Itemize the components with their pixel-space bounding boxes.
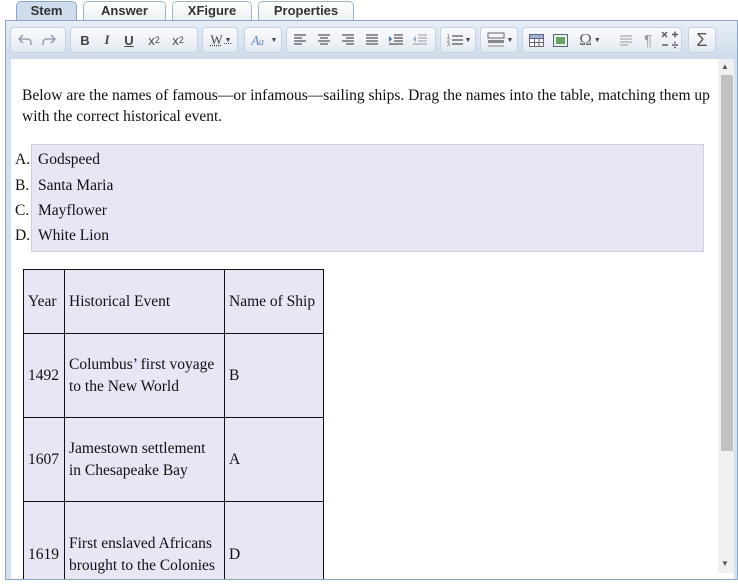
math-operators-icon[interactable] <box>659 28 681 52</box>
table-row: 1607 Jamestown settlement in Chesapeake … <box>23 417 324 502</box>
table-row: 1492 Columbus’ first voyage to the New W… <box>23 333 324 418</box>
ship-cell[interactable]: A <box>224 417 324 502</box>
scrollbar-thumb[interactable] <box>721 75 733 451</box>
style-group: W ▼ <box>202 27 238 53</box>
font-icon: Aa <box>251 34 264 47</box>
choice-text: Santa Maria <box>38 177 114 194</box>
year-cell: 1492 <box>23 333 65 418</box>
font-style-dropdown[interactable]: Aa ▼ <box>248 28 280 52</box>
italic-button[interactable]: I <box>96 28 118 52</box>
ship-cell[interactable]: B <box>224 333 324 418</box>
chevron-down-icon: ▼ <box>506 36 514 44</box>
list-group: 1 2 3 ▼ <box>440 27 476 53</box>
chevron-down-icon: ▼ <box>270 36 278 44</box>
numbered-list-icon: 123 <box>447 34 463 47</box>
choice-text: Godspeed <box>38 151 100 168</box>
history-group <box>10 27 66 53</box>
scroll-up-icon[interactable]: ▲ <box>721 62 729 71</box>
numbered-list-dropdown[interactable]: 1 2 3 ▼ <box>443 28 475 52</box>
tab-bar: Stem Answer XFigure Properties <box>0 0 738 23</box>
choice-label: D. <box>15 227 31 244</box>
tab-properties[interactable]: Properties <box>258 1 354 22</box>
align-left-icon[interactable] <box>289 28 311 52</box>
block-format-dropdown[interactable]: ▼ <box>483 28 517 52</box>
subscript-mark: 2 <box>154 35 160 45</box>
event-cell: First enslaved Africans brought to the C… <box>64 501 225 579</box>
table-header-row: Year Historical Event Name of Ship <box>23 269 324 334</box>
year-cell: 1607 <box>23 417 65 502</box>
block-format-icon <box>487 32 505 47</box>
style-label: W <box>210 32 223 47</box>
event-cell: Jamestown settlement in Chesapeake Bay <box>64 417 225 502</box>
vertical-scrollbar[interactable]: ▲ ▼ <box>718 59 734 573</box>
header-year: Year <box>23 269 65 334</box>
svg-text:3: 3 <box>447 42 450 47</box>
scroll-down-icon[interactable]: ▼ <box>721 559 729 568</box>
equation-group: Σ <box>688 27 716 53</box>
superscript-button[interactable]: x2 <box>167 28 189 52</box>
special-character-dropdown[interactable]: Ω ▼ <box>573 28 607 52</box>
outdent-icon[interactable] <box>409 28 431 52</box>
format-group: B I U x2 x2 <box>70 27 198 53</box>
tab-answer[interactable]: Answer <box>83 1 166 22</box>
chevron-down-icon: ▼ <box>224 36 232 44</box>
subscript-button[interactable]: x2 <box>143 28 165 52</box>
undo-icon[interactable] <box>14 28 36 52</box>
choice-label: A. <box>15 151 31 168</box>
chevron-down-icon: ▼ <box>593 36 601 44</box>
bold-button[interactable]: B <box>74 28 96 52</box>
ship-cell[interactable]: D <box>224 501 324 579</box>
choice-text: Mayflower <box>38 202 107 219</box>
svg-text:a: a <box>259 37 264 47</box>
font-group: Aa ▼ <box>244 27 282 53</box>
indent-icon[interactable] <box>385 28 407 52</box>
choice-label: C. <box>15 202 30 219</box>
pilcrow-icon[interactable]: ¶ <box>637 28 659 52</box>
events-table: Year Historical Event Name of Ship 1492 … <box>23 269 324 579</box>
table-row: 1619 First enslaved Africans brought to … <box>23 501 324 579</box>
redo-icon[interactable] <box>38 28 60 52</box>
insert-group: Ω ▼ ¶ <box>522 27 682 53</box>
block-group: ▼ <box>480 27 518 53</box>
underline-button[interactable]: U <box>118 28 140 52</box>
header-event: Historical Event <box>64 269 225 334</box>
align-center-icon[interactable] <box>313 28 335 52</box>
stem-text: Below are the names of famous—or infamou… <box>22 87 710 125</box>
choice-text: White Lion <box>38 227 110 244</box>
text-block-icon[interactable] <box>615 28 637 52</box>
event-cell: Columbus’ first voyage to the New World <box>64 333 225 418</box>
align-right-icon[interactable] <box>337 28 359 52</box>
sigma-icon[interactable]: Σ <box>691 28 713 52</box>
choices-list: A. Godspeed B. Santa Maria C. Mayflower … <box>15 144 704 252</box>
header-ship: Name of Ship <box>224 269 324 334</box>
editor-content[interactable]: Below are the names of famous—or infamou… <box>11 59 734 579</box>
alignment-group <box>286 27 436 53</box>
justify-icon[interactable] <box>361 28 383 52</box>
chevron-down-icon: ▼ <box>464 36 472 44</box>
style-dropdown[interactable]: W ▼ <box>206 28 236 52</box>
image-icon[interactable] <box>549 28 571 52</box>
table-icon[interactable] <box>525 28 547 52</box>
rich-text-editor: B I U x2 x2 W ▼ Aa ▼ 1 2 3 ▼ ▼ Ω ▼ ¶ Σ B… <box>5 20 738 580</box>
tab-xfigure[interactable]: XFigure <box>172 1 252 22</box>
choice-label: B. <box>15 177 30 194</box>
superscript-mark: 2 <box>178 35 184 45</box>
year-cell: 1619 <box>23 501 65 579</box>
omega-icon: Ω <box>579 30 592 49</box>
editor-toolbar: B I U x2 x2 W ▼ Aa ▼ 1 2 3 ▼ ▼ Ω ▼ ¶ Σ <box>6 21 737 59</box>
